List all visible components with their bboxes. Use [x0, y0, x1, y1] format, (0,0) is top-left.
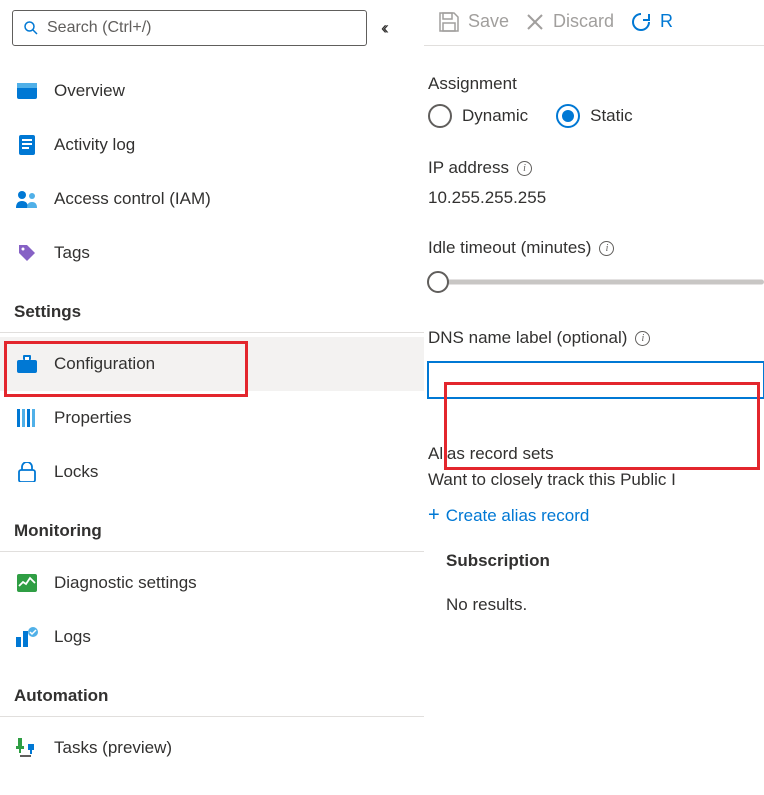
section-header-monitoring: Monitoring [0, 499, 424, 552]
configuration-icon [16, 353, 38, 375]
save-label: Save [468, 11, 509, 32]
nav-logs[interactable]: Logs [0, 610, 424, 664]
nav-activity-log[interactable]: Activity log [0, 118, 424, 172]
info-icon[interactable]: i [517, 161, 532, 176]
create-alias-record-button[interactable]: + Create alias record [428, 504, 589, 527]
assignment-dynamic-radio[interactable]: Dynamic [428, 104, 528, 128]
locks-icon [16, 461, 38, 483]
nav-access-control[interactable]: Access control (IAM) [0, 172, 424, 226]
idle-timeout-slider[interactable] [428, 270, 764, 294]
idle-timeout-label: Idle timeout (minutes) i [428, 238, 764, 258]
refresh-button[interactable]: R [630, 11, 683, 33]
ip-address-label: IP address i [428, 158, 764, 178]
discard-label: Discard [553, 11, 614, 32]
create-alias-label: Create alias record [446, 506, 590, 526]
nav-configuration[interactable]: Configuration [0, 337, 424, 391]
nav-label: Locks [54, 462, 98, 482]
nav-properties[interactable]: Properties [0, 391, 424, 445]
section-header-settings: Settings [0, 280, 424, 333]
dns-name-label: DNS name label (optional) i [428, 328, 764, 348]
refresh-icon [630, 11, 652, 33]
radio-label: Static [590, 106, 633, 126]
nav-diagnostic-settings[interactable]: Diagnostic settings [0, 556, 424, 610]
logs-icon [16, 626, 38, 648]
nav-label: Overview [54, 81, 125, 101]
nav-overview[interactable]: Overview [0, 64, 424, 118]
assignment-label: Assignment [428, 74, 764, 94]
plus-icon: + [428, 504, 440, 527]
discard-button[interactable]: Discard [525, 11, 624, 32]
nav-locks[interactable]: Locks [0, 445, 424, 499]
slider-track [438, 280, 764, 285]
overview-icon [16, 80, 38, 102]
refresh-label: R [660, 11, 673, 32]
nav-label: Configuration [54, 354, 155, 374]
subscription-header: Subscription [446, 551, 764, 571]
assignment-radio-group: Dynamic Static [428, 104, 764, 128]
assignment-static-radio[interactable]: Static [556, 104, 633, 128]
nav-label: Logs [54, 627, 91, 647]
subscription-no-results: No results. [446, 595, 764, 615]
nav-label: Access control (IAM) [54, 189, 211, 209]
nav-label: Tasks (preview) [54, 738, 172, 758]
slider-thumb[interactable] [427, 271, 449, 293]
dns-name-input[interactable] [428, 362, 764, 398]
nav-tags[interactable]: Tags [0, 226, 424, 280]
tasks-icon [16, 737, 38, 759]
nav-label: Diagnostic settings [54, 573, 197, 593]
collapse-sidebar-icon[interactable]: ‹‹ [381, 18, 385, 39]
alias-record-header: Alias record sets [428, 444, 764, 464]
radio-label: Dynamic [462, 106, 528, 126]
ip-address-value: 10.255.255.255 [428, 188, 764, 208]
radio-icon [428, 104, 452, 128]
save-icon [438, 11, 460, 33]
info-icon[interactable]: i [599, 241, 614, 256]
alias-record-description: Want to closely track this Public I [428, 470, 764, 490]
nav-label: Tags [54, 243, 90, 263]
search-icon [23, 20, 39, 36]
properties-icon [16, 407, 38, 429]
access-control-icon [16, 188, 38, 210]
search-input[interactable] [47, 19, 356, 37]
radio-icon [556, 104, 580, 128]
save-button[interactable]: Save [438, 11, 519, 33]
activity-log-icon [16, 134, 38, 156]
discard-icon [525, 12, 545, 32]
diagnostic-icon [16, 572, 38, 594]
tags-icon [16, 242, 38, 264]
section-header-automation: Automation [0, 664, 424, 717]
nav-tasks[interactable]: Tasks (preview) [0, 721, 424, 775]
search-box[interactable] [12, 10, 367, 46]
nav-label: Activity log [54, 135, 135, 155]
info-icon[interactable]: i [635, 331, 650, 346]
nav-label: Properties [54, 408, 131, 428]
